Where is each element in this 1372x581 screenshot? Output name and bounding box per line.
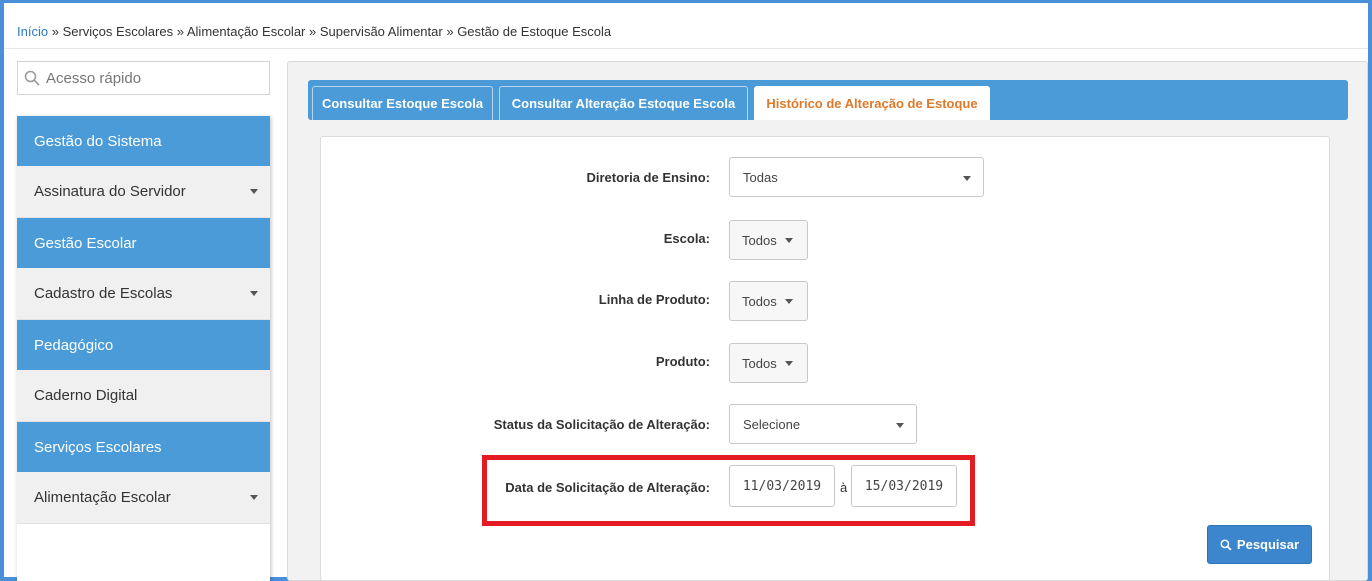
produto-value: Todos [742, 355, 777, 371]
pesquisar-label: Pesquisar [1236, 537, 1300, 552]
quick-access-box[interactable] [17, 61, 270, 95]
escola-dropdown[interactable]: Todos [729, 220, 808, 260]
produto-dropdown[interactable]: Todos [729, 343, 808, 383]
sidebar-header-servicos-escolares[interactable]: Serviços Escolares [17, 422, 270, 472]
sidebar-header-gestao-escolar[interactable]: Gestão Escolar [17, 218, 270, 268]
sidebar-item-label: Alimentação Escolar [34, 489, 171, 506]
linha-produto-dropdown[interactable]: Todos [729, 281, 808, 321]
pesquisar-button[interactable]: Pesquisar [1207, 525, 1312, 564]
caret-down-icon [896, 423, 904, 428]
produto-label: Produto: [655, 354, 710, 369]
breadcrumb-item[interactable]: Supervisão Alimentar [320, 24, 443, 39]
escola-value: Todos [742, 232, 777, 248]
caret-down-icon [250, 495, 258, 500]
sidebar-item-label: Assinatura do Servidor [34, 183, 186, 200]
sidebar-item-cadastro-escolas[interactable]: Cadastro de Escolas [17, 268, 270, 320]
sidebar-item-caderno-digital[interactable]: Caderno Digital [17, 370, 270, 422]
tab-historico-alteracao-estoque[interactable]: Histórico de Alteração de Estoque [754, 86, 990, 120]
breadcrumb-separator: » [51, 24, 59, 39]
header-divider [4, 48, 1368, 49]
linha-produto-label: Linha de Produto: [598, 292, 710, 307]
quick-access-input[interactable] [46, 69, 266, 87]
sidebar-header-pedagogico[interactable]: Pedagógico [17, 320, 270, 370]
diretoria-select[interactable]: Todas [729, 157, 984, 197]
diretoria-label: Diretoria de Ensino: [586, 170, 710, 185]
breadcrumb-separator: » [176, 24, 184, 39]
status-select[interactable]: Selecione [729, 404, 917, 444]
breadcrumb-separator: » [309, 24, 317, 39]
search-icon [24, 70, 40, 86]
breadcrumb-item[interactable]: Serviços Escolares [63, 24, 174, 39]
breadcrumb-item[interactable]: Alimentação Escolar [187, 24, 306, 39]
status-label: Status da Solicitação de Alteração: [493, 417, 710, 432]
search-icon [1220, 539, 1232, 551]
status-value: Selecione [743, 416, 801, 432]
linha-produto-value: Todos [742, 293, 777, 309]
sidebar-item-assinatura-servidor[interactable]: Assinatura do Servidor [17, 166, 270, 218]
caret-down-icon [784, 237, 793, 243]
diretoria-value: Todas [743, 169, 778, 185]
caret-down-icon [963, 176, 971, 181]
breadcrumb: Início » Serviços Escolares » Alimentaçã… [17, 24, 611, 39]
sidebar-item-alimentacao-escolar[interactable]: Alimentação Escolar [17, 472, 270, 524]
caret-down-icon [784, 360, 793, 366]
breadcrumb-home-link[interactable]: Início [17, 24, 48, 39]
tab-consultar-alteracao-estoque[interactable]: Consultar Alteração Estoque Escola [499, 86, 748, 120]
breadcrumb-current: Gestão de Estoque Escola [457, 24, 612, 39]
breadcrumb-separator: » [446, 24, 454, 39]
caret-down-icon [784, 298, 793, 304]
sidebar: Gestão do Sistema Assinatura do Servidor… [17, 116, 270, 581]
escola-label: Escola: [663, 231, 710, 246]
caret-down-icon [250, 291, 258, 296]
sidebar-item-label: Caderno Digital [34, 387, 138, 404]
sidebar-item-label: Cadastro de Escolas [34, 285, 173, 302]
sidebar-spacer [17, 524, 270, 581]
sidebar-header-gestao-sistema[interactable]: Gestão do Sistema [17, 116, 270, 166]
tab-consultar-estoque-escola[interactable]: Consultar Estoque Escola [312, 86, 493, 120]
caret-down-icon [250, 189, 258, 194]
date-highlight-box [482, 455, 975, 526]
